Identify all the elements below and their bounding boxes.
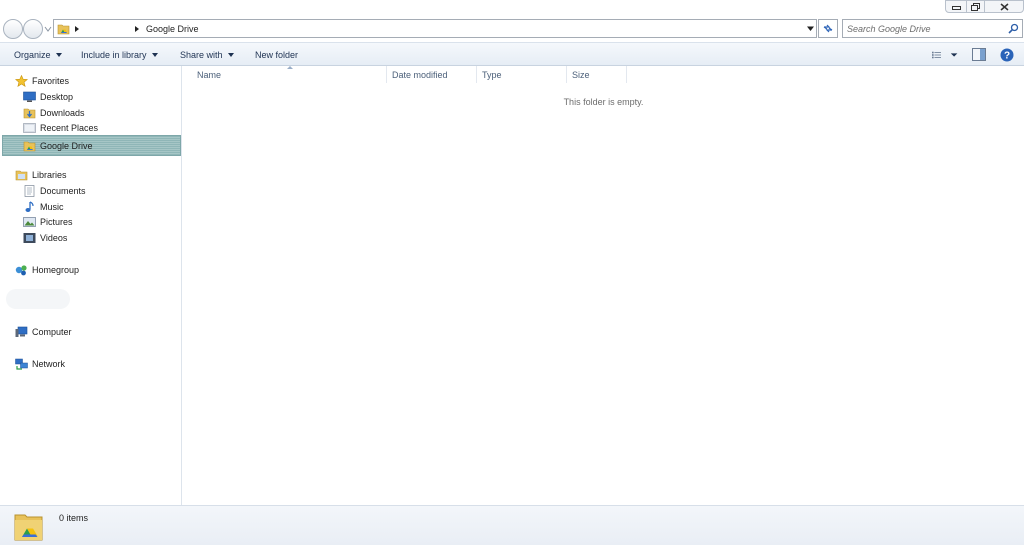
chevron-down-icon bbox=[950, 53, 958, 57]
chevron-down-icon[interactable] bbox=[807, 25, 814, 32]
title-bar: Google Drive bbox=[0, 0, 1024, 42]
sidebar-item-label: Videos bbox=[40, 233, 68, 243]
music-icon bbox=[25, 201, 34, 212]
homegroup-icon bbox=[15, 265, 27, 276]
organize-label: Organize bbox=[14, 49, 51, 60]
sidebar-item-downloads[interactable]: Downloads bbox=[0, 105, 182, 121]
breadcrumb-arrow-icon[interactable] bbox=[133, 25, 141, 33]
change-view-button[interactable] bbox=[932, 49, 958, 61]
sidebar-item-label: Computer bbox=[32, 327, 72, 337]
sidebar-item-desktop[interactable]: Desktop bbox=[0, 89, 182, 105]
command-bar: Organize Include in library Share with N… bbox=[0, 42, 1024, 66]
back-button[interactable] bbox=[3, 19, 23, 39]
google-drive-folder-icon bbox=[14, 514, 43, 541]
empty-folder-message: This folder is empty. bbox=[563, 97, 644, 107]
minimize-button[interactable] bbox=[945, 0, 967, 13]
forward-button[interactable] bbox=[23, 19, 43, 39]
help-icon[interactable]: ? bbox=[1000, 48, 1014, 62]
details-pane: 0 items bbox=[0, 505, 1024, 545]
pictures-icon bbox=[23, 217, 36, 227]
recent-pages-icon[interactable] bbox=[44, 26, 52, 32]
recent-places-icon bbox=[23, 123, 36, 133]
breadcrumb-google-drive[interactable]: Google Drive bbox=[146, 24, 199, 34]
close-button[interactable] bbox=[984, 0, 1024, 13]
column-header-date-modified[interactable]: Date modified bbox=[388, 66, 448, 83]
google-drive-folder-icon bbox=[57, 24, 70, 35]
svg-text:?: ? bbox=[1004, 51, 1010, 62]
sidebar-item-computer[interactable]: Computer bbox=[0, 324, 182, 340]
chevron-down-icon bbox=[227, 52, 234, 57]
search-input[interactable] bbox=[847, 21, 1007, 36]
column-header-name[interactable]: Name bbox=[193, 66, 221, 83]
sidebar-item-homegroup[interactable]: Homegroup bbox=[0, 262, 182, 278]
column-divider[interactable] bbox=[476, 66, 477, 83]
sidebar-item-pictures[interactable]: Pictures bbox=[0, 214, 182, 230]
column-divider[interactable] bbox=[386, 66, 387, 83]
item-count: 0 items bbox=[59, 513, 89, 523]
sidebar-item-label: Favorites bbox=[32, 76, 70, 86]
sidebar-item-label: Documents bbox=[40, 186, 86, 196]
google-drive-folder-icon bbox=[23, 141, 36, 151]
sidebar-item-label: Music bbox=[40, 202, 64, 212]
sidebar-item-label: Desktop bbox=[40, 92, 74, 102]
downloads-folder-icon bbox=[23, 108, 36, 119]
sidebar-item-label: Google Drive bbox=[40, 140, 93, 151]
include-in-library-label: Include in library bbox=[81, 49, 147, 60]
minimize-icon bbox=[951, 5, 961, 10]
search-icon[interactable] bbox=[1008, 23, 1019, 34]
column-header-type[interactable]: Type bbox=[478, 66, 502, 83]
sidebar-item-videos[interactable]: Videos bbox=[0, 230, 182, 246]
share-with-button[interactable]: Share with bbox=[180, 43, 234, 66]
new-folder-label: New folder bbox=[255, 49, 299, 60]
breadcrumb-arrow-icon[interactable] bbox=[73, 25, 81, 33]
sidebar-item-google-drive[interactable]: Google Drive bbox=[2, 135, 181, 156]
sidebar-item-music[interactable]: Music bbox=[0, 199, 182, 215]
videos-icon bbox=[23, 233, 36, 243]
sidebar-item-label: Homegroup bbox=[32, 265, 80, 275]
organize-button[interactable]: Organize bbox=[14, 43, 62, 66]
refresh-icon bbox=[823, 24, 833, 33]
sidebar-item-network[interactable]: Network bbox=[0, 356, 182, 372]
computer-icon bbox=[15, 326, 28, 337]
column-divider[interactable] bbox=[566, 66, 567, 83]
sidebar-item-label: Network bbox=[32, 359, 66, 369]
desktop-icon bbox=[23, 91, 36, 102]
column-header-size[interactable]: Size bbox=[568, 66, 590, 83]
restore-icon bbox=[971, 2, 980, 11]
column-headers: Name Date modified Type Size bbox=[183, 66, 1024, 83]
redacted-item bbox=[6, 289, 70, 309]
refresh-button[interactable] bbox=[818, 19, 838, 38]
column-divider[interactable] bbox=[626, 66, 627, 83]
sidebar-item-documents[interactable]: Documents bbox=[0, 183, 182, 199]
sidebar-item-libraries[interactable]: Libraries bbox=[0, 167, 182, 183]
sidebar-item-favorites[interactable]: Favorites bbox=[0, 73, 182, 89]
restore-button[interactable] bbox=[966, 0, 985, 13]
share-with-label: Share with bbox=[180, 49, 223, 60]
sidebar-item-label: Recent Places bbox=[40, 123, 99, 133]
sort-ascending-icon bbox=[287, 66, 293, 69]
network-icon bbox=[15, 358, 28, 370]
sidebar-item-label: Pictures bbox=[40, 217, 73, 227]
include-in-library-button[interactable]: Include in library bbox=[81, 43, 158, 66]
sidebar-item-recent-places[interactable]: Recent Places bbox=[0, 120, 182, 136]
documents-icon bbox=[24, 185, 35, 197]
new-folder-button[interactable]: New folder bbox=[255, 43, 298, 66]
file-list[interactable]: Name Date modified Type Size This folder… bbox=[183, 66, 1024, 505]
navigation-pane: Favorites Desktop Downloads Recent Place… bbox=[0, 66, 182, 505]
chevron-down-icon bbox=[55, 52, 62, 57]
star-icon bbox=[15, 75, 28, 87]
details-view-icon bbox=[932, 51, 941, 59]
chevron-down-icon bbox=[151, 52, 158, 57]
close-icon bbox=[1000, 2, 1008, 11]
search-box[interactable] bbox=[842, 19, 1023, 38]
address-bar[interactable]: Google Drive bbox=[53, 19, 817, 38]
sidebar-item-label: Downloads bbox=[40, 108, 85, 118]
libraries-icon bbox=[15, 170, 28, 181]
preview-pane-icon[interactable] bbox=[972, 48, 986, 61]
sidebar-item-label: Libraries bbox=[32, 170, 67, 180]
